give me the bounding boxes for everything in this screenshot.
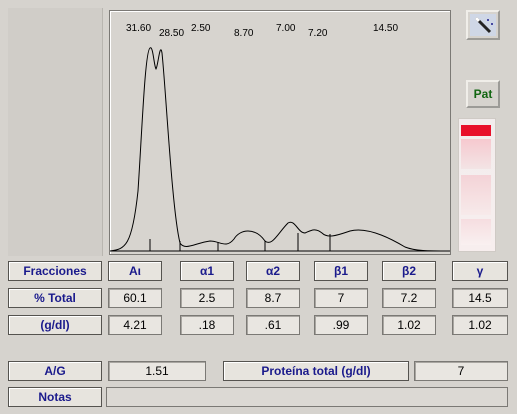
gdl-label: (g/dl) xyxy=(8,315,102,335)
gdl-value[interactable]: .61 xyxy=(246,315,300,335)
peak-label: 7.00 xyxy=(276,23,296,34)
peak-label: 7.20 xyxy=(308,28,328,39)
electropherogram-chart: 31.60 28.50 2.50 8.70 7.00 7.20 14.50 xyxy=(109,10,451,255)
magic-wand-button[interactable] xyxy=(466,10,500,40)
fraction-header-albumin[interactable]: Aι xyxy=(108,261,162,281)
percent-value[interactable]: 60.1 xyxy=(108,288,162,308)
notes-label: Notas xyxy=(8,387,102,407)
magic-wand-icon xyxy=(470,14,496,36)
gel-band xyxy=(461,175,491,215)
notes-field[interactable] xyxy=(106,387,508,407)
percent-value[interactable]: 8.7 xyxy=(246,288,300,308)
fraction-header-gamma[interactable]: γ xyxy=(452,261,508,281)
gel-band xyxy=(461,139,491,169)
percent-total-label: % Total xyxy=(8,288,102,308)
fraction-header-beta2[interactable]: β2 xyxy=(382,261,436,281)
ag-label: A/G xyxy=(8,361,102,381)
peak-label: 8.70 xyxy=(234,28,254,39)
gel-band xyxy=(461,125,491,136)
gdl-value[interactable]: 4.21 xyxy=(108,315,162,335)
peak-label: 2.50 xyxy=(191,23,211,34)
gel-band xyxy=(461,219,491,245)
gdl-value[interactable]: .99 xyxy=(314,315,368,335)
electropherogram-svg xyxy=(110,47,450,252)
ag-value[interactable]: 1.51 xyxy=(108,361,206,381)
percent-value[interactable]: 7.2 xyxy=(382,288,436,308)
fraction-header-beta1[interactable]: β1 xyxy=(314,261,368,281)
electrophoresis-window: 31.60 28.50 2.50 8.70 7.00 7.20 14.50 Pa… xyxy=(0,0,517,414)
percent-value[interactable]: 7 xyxy=(314,288,368,308)
protein-curve xyxy=(110,47,450,252)
protein-total-value[interactable]: 7 xyxy=(414,361,508,381)
fracciones-label: Fracciones xyxy=(8,261,102,281)
gdl-value[interactable]: 1.02 xyxy=(452,315,508,335)
fraction-header-alpha2[interactable]: α2 xyxy=(246,261,300,281)
protein-total-label: Proteína total (g/dl) xyxy=(223,361,409,381)
pat-button[interactable]: Pat xyxy=(466,80,500,108)
peak-label: 31.60 xyxy=(126,23,152,34)
gdl-value[interactable]: 1.02 xyxy=(382,315,436,335)
gdl-value[interactable]: .18 xyxy=(180,315,234,335)
percent-value[interactable]: 14.5 xyxy=(452,288,508,308)
left-panel xyxy=(8,8,103,256)
fraction-header-alpha1[interactable]: α1 xyxy=(180,261,234,281)
percent-value[interactable]: 2.5 xyxy=(180,288,234,308)
peak-label: 14.50 xyxy=(373,23,399,34)
gel-strip xyxy=(458,118,496,252)
peak-label: 28.50 xyxy=(159,28,185,39)
